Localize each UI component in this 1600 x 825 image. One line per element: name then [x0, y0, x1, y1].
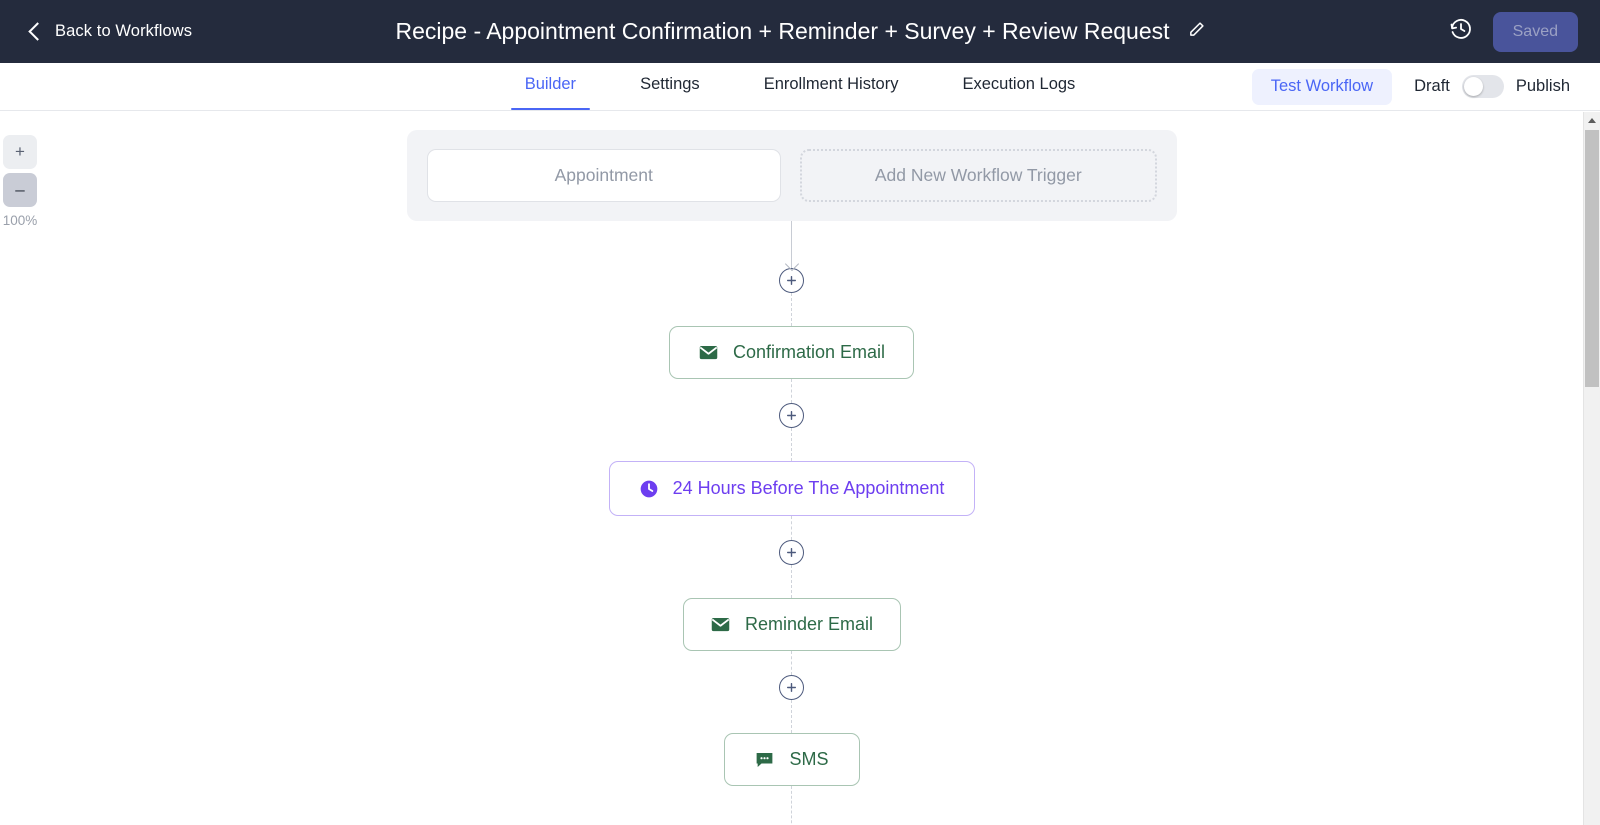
workflow-canvas[interactable]: + – 100% Appointment Add New Workflow Tr… [0, 112, 1583, 825]
node-label: SMS [789, 749, 829, 769]
trigger-section: Appointment Add New Workflow Trigger [406, 130, 1177, 221]
header-actions: Saved [1449, 0, 1578, 63]
toggle-knob [1463, 77, 1483, 96]
node-reminder-email[interactable]: Reminder Email [682, 598, 901, 651]
node-wait-24-hours[interactable]: 24 Hours Before The Appointment [608, 461, 975, 516]
draft-publish-toggle-group: Draft Publish [1414, 75, 1570, 98]
node-confirmation-email[interactable]: Confirmation Email [669, 326, 914, 379]
draft-label: Draft [1414, 77, 1450, 95]
add-step-button-4[interactable] [779, 675, 804, 700]
scrollbar-thumb[interactable] [1585, 130, 1599, 387]
connector-dashed-8 [791, 786, 792, 825]
pencil-icon[interactable] [1188, 21, 1205, 43]
node-label: 24 Hours Before The Appointment [672, 478, 945, 498]
tab-builder[interactable]: Builder [510, 63, 591, 110]
vertical-scrollbar[interactable] [1583, 112, 1600, 825]
tabbar-actions: Test Workflow Draft Publish [1251, 63, 1570, 110]
node-label: Confirmation Email [732, 342, 886, 362]
publish-label: Publish [1515, 77, 1570, 95]
node-label: Reminder Email [744, 614, 874, 634]
envelope-icon [710, 614, 731, 635]
add-new-workflow-trigger-button[interactable]: Add New Workflow Trigger [800, 149, 1157, 202]
connector-arrow [791, 221, 792, 268]
trigger-appointment[interactable]: Appointment [426, 149, 781, 202]
connector-dashed-6 [791, 651, 792, 675]
caret-up-icon[interactable] [1584, 112, 1600, 129]
workflow-title-group: Recipe - Appointment Confirmation + Remi… [0, 18, 1600, 45]
workflow-flow: Appointment Add New Workflow Trigger Con… [0, 130, 1583, 825]
add-step-button-3[interactable] [779, 540, 804, 565]
clock-filled-icon [639, 479, 659, 499]
chevron-left-icon [28, 22, 47, 41]
publish-toggle[interactable] [1461, 75, 1504, 98]
back-to-workflows-button[interactable]: Back to Workflows [28, 22, 192, 41]
node-sms[interactable]: SMS [723, 733, 860, 786]
tab-enrollment-history[interactable]: Enrollment History [750, 63, 913, 110]
envelope-icon [698, 342, 719, 363]
connector-dashed-4 [791, 516, 792, 540]
top-header-bar: Back to Workflows Recipe - Appointment C… [0, 0, 1600, 63]
connector-dashed-1 [791, 293, 792, 326]
connector-dashed-2 [791, 379, 792, 403]
save-status-button[interactable]: Saved [1492, 11, 1578, 52]
tab-execution-logs[interactable]: Execution Logs [948, 63, 1089, 110]
connector-dashed-5 [791, 565, 792, 598]
chat-bubble-icon [754, 749, 775, 770]
test-workflow-button[interactable]: Test Workflow [1251, 68, 1393, 105]
back-to-workflows-label: Back to Workflows [55, 22, 193, 40]
clock-history-icon[interactable] [1449, 17, 1473, 46]
connector-dashed-3 [791, 428, 792, 461]
add-step-button-2[interactable] [779, 403, 804, 428]
tab-settings[interactable]: Settings [626, 63, 714, 110]
page-title: Recipe - Appointment Confirmation + Remi… [395, 18, 1170, 44]
workflow-tabbar: Builder Settings Enrollment History Exec… [0, 63, 1600, 111]
add-step-button-1[interactable] [779, 268, 804, 293]
connector-dashed-7 [791, 700, 792, 733]
